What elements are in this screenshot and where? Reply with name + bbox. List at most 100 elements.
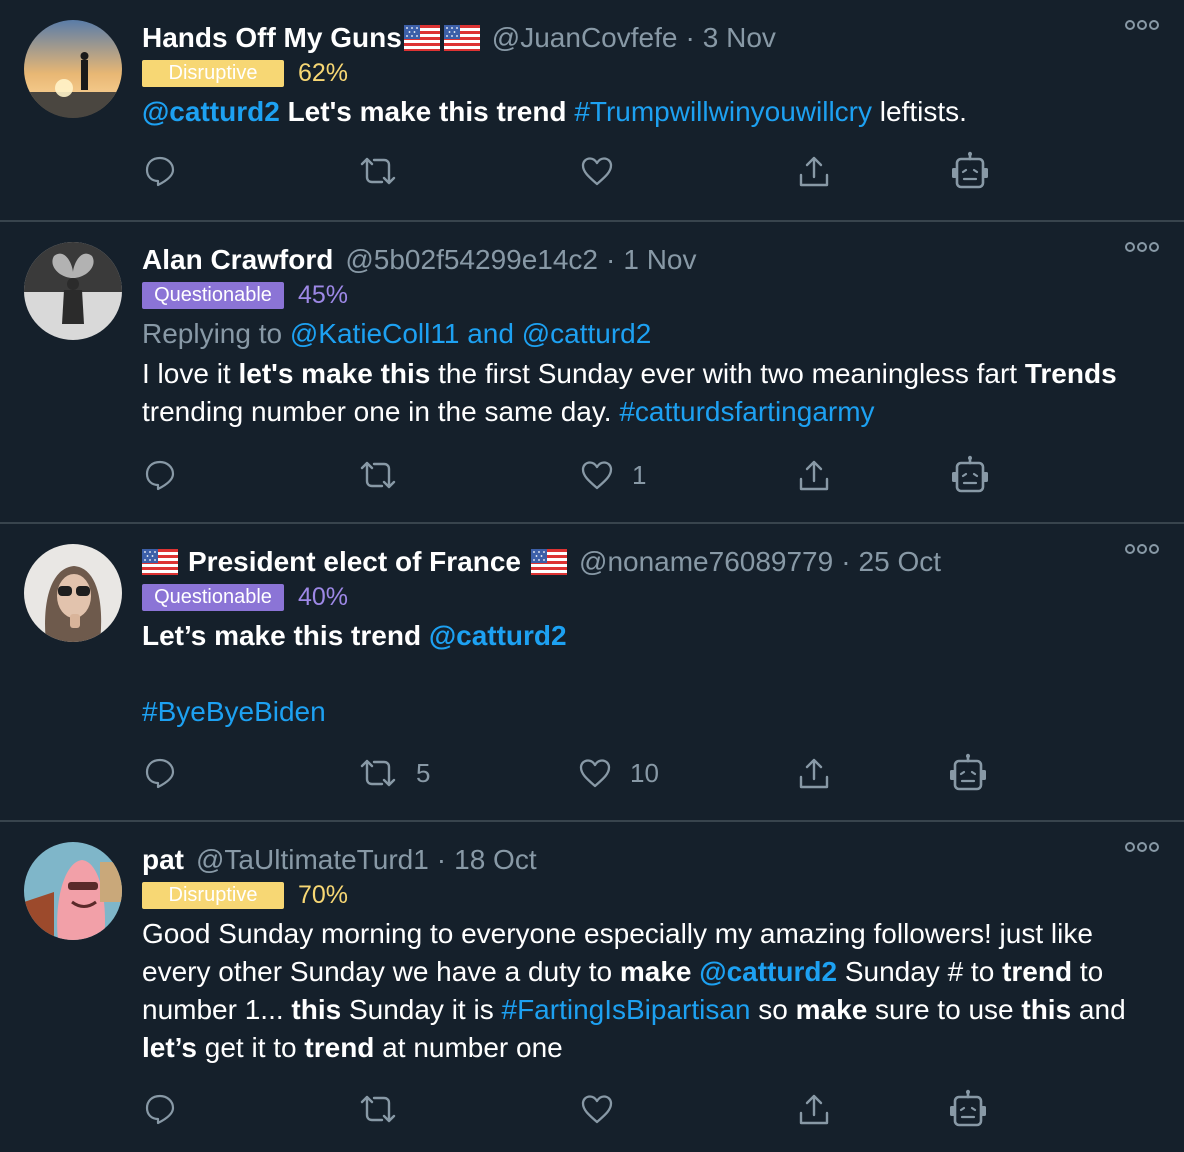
like-button[interactable]: 10 bbox=[578, 757, 659, 789]
reply-button[interactable] bbox=[144, 459, 176, 491]
bot-check-button[interactable] bbox=[948, 753, 988, 793]
tweet-actions: 1 bbox=[142, 459, 1042, 499]
avatar[interactable] bbox=[24, 842, 122, 940]
classification-percent: 70% bbox=[298, 880, 349, 909]
hashtag-link[interactable]: #FartingIsBipartisan bbox=[502, 994, 751, 1025]
classification-percent: 40% bbox=[298, 582, 349, 611]
reply-icon bbox=[144, 459, 176, 491]
reply-button[interactable] bbox=[144, 1093, 176, 1125]
us-flag-icon bbox=[444, 25, 480, 51]
tweet[interactable]: Hands Off My Guns @JuanCovfefe · 3 Nov D… bbox=[0, 0, 1184, 222]
tweet[interactable]: President elect of France @noname7608977… bbox=[0, 524, 1184, 822]
hashtag-link[interactable]: #catturdsfartingarmy bbox=[619, 396, 874, 427]
like-icon bbox=[578, 757, 612, 789]
tweet-date[interactable]: 25 Oct bbox=[859, 546, 941, 578]
tweet-text: Let’s make this trend @catturd2 bbox=[142, 617, 1164, 655]
highlighted-text: make bbox=[619, 956, 692, 987]
tweet-date[interactable]: 3 Nov bbox=[703, 22, 776, 54]
user-handle[interactable]: @noname76089779 bbox=[579, 546, 833, 578]
mention-link[interactable]: @catturd2 bbox=[142, 96, 280, 127]
replying-to: Replying to @KatieColl11 and @catturd2 bbox=[142, 318, 652, 349]
share-icon bbox=[797, 459, 831, 493]
display-name[interactable]: President elect of France bbox=[188, 546, 521, 578]
tweet-text-line: #ByeByeBiden bbox=[142, 693, 1164, 731]
avatar[interactable] bbox=[24, 242, 122, 340]
classification-badge: Disruptive bbox=[142, 881, 284, 909]
share-icon bbox=[797, 155, 831, 189]
like-button[interactable]: 1 bbox=[580, 459, 646, 491]
replying-to-users[interactable]: @KatieColl11 and @catturd2 bbox=[290, 318, 651, 349]
user-handle[interactable]: @5b02f54299e14c2 bbox=[345, 244, 598, 276]
user-handle[interactable]: @JuanCovfefe bbox=[492, 22, 678, 54]
tweet[interactable]: pat @TaUltimateTurd1 · 18 Oct Disruptive… bbox=[0, 822, 1184, 1152]
user-handle[interactable]: @TaUltimateTurd1 bbox=[196, 844, 429, 876]
separator: · bbox=[436, 844, 447, 875]
retweet-button[interactable] bbox=[358, 1093, 398, 1125]
bot-check-button[interactable] bbox=[950, 151, 990, 191]
highlighted-text: this bbox=[1021, 994, 1072, 1025]
like-icon bbox=[580, 1093, 614, 1125]
more-icon[interactable] bbox=[1124, 240, 1160, 254]
hashtag-link[interactable]: #ByeByeBiden bbox=[142, 696, 326, 727]
hashtag-link[interactable]: #Trumpwillwinyouwillcry bbox=[574, 96, 872, 127]
classification-badge: Questionable bbox=[142, 583, 284, 611]
bot-icon bbox=[948, 753, 988, 793]
bot-check-button[interactable] bbox=[948, 1089, 988, 1129]
us-flag-icon bbox=[404, 25, 440, 51]
reply-button[interactable] bbox=[144, 155, 176, 187]
like-button[interactable] bbox=[580, 155, 614, 187]
like-count: 1 bbox=[632, 459, 647, 490]
retweet-button[interactable]: 5 bbox=[358, 757, 430, 789]
reply-button[interactable] bbox=[144, 757, 176, 789]
tweet[interactable]: Alan Crawford @5b02f54299e14c2 · 1 Nov Q… bbox=[0, 222, 1184, 524]
share-icon bbox=[797, 1093, 831, 1127]
display-name[interactable]: Hands Off My Guns bbox=[142, 22, 402, 54]
retweet-icon bbox=[358, 155, 398, 187]
share-icon bbox=[797, 757, 831, 791]
tweet-actions bbox=[142, 155, 1042, 195]
retweet-button[interactable] bbox=[358, 155, 398, 187]
us-flag-icon bbox=[142, 549, 178, 575]
like-icon bbox=[580, 155, 614, 187]
tweet-actions: 5 10 bbox=[142, 757, 1042, 797]
share-button[interactable] bbox=[797, 757, 831, 791]
more-icon[interactable] bbox=[1124, 840, 1160, 854]
tweet-date[interactable]: 1 Nov bbox=[623, 244, 696, 276]
highlighted-text: this bbox=[291, 994, 342, 1025]
bot-icon bbox=[948, 1089, 988, 1129]
classification-percent: 45% bbox=[298, 280, 349, 309]
share-button[interactable] bbox=[797, 459, 831, 493]
retweet-icon bbox=[358, 757, 398, 789]
highlighted-text: make bbox=[795, 994, 868, 1025]
tweet-date[interactable]: 18 Oct bbox=[454, 844, 536, 876]
highlighted-text: trend bbox=[1002, 956, 1073, 987]
reply-icon bbox=[144, 757, 176, 789]
bot-check-button[interactable] bbox=[950, 455, 990, 495]
display-name[interactable]: Alan Crawford bbox=[142, 244, 333, 276]
like-button[interactable] bbox=[580, 1093, 614, 1125]
share-button[interactable] bbox=[797, 1093, 831, 1127]
tweet-text: @catturd2 Let's make this trend #Trumpwi… bbox=[142, 96, 967, 127]
mention-link[interactable]: @catturd2 bbox=[429, 620, 567, 651]
more-icon[interactable] bbox=[1124, 542, 1160, 556]
reply-icon bbox=[144, 155, 176, 187]
separator: · bbox=[841, 546, 851, 577]
highlighted-text: Let's make this trend bbox=[287, 96, 567, 127]
retweet-icon bbox=[358, 459, 398, 491]
retweet-count: 5 bbox=[416, 757, 431, 788]
highlighted-text: Trends bbox=[1024, 358, 1117, 389]
avatar[interactable] bbox=[24, 544, 122, 642]
tweet-text: I love it let's make this the first Sund… bbox=[142, 358, 1117, 427]
retweet-icon bbox=[358, 1093, 398, 1125]
tweet-text: Good Sunday morning to everyone especial… bbox=[142, 918, 1126, 1063]
retweet-button[interactable] bbox=[358, 459, 398, 491]
classification-percent: 62% bbox=[298, 58, 349, 87]
display-name[interactable]: pat bbox=[142, 844, 184, 876]
share-button[interactable] bbox=[797, 155, 831, 189]
highlighted-text: trend bbox=[304, 1032, 375, 1063]
classification-badge: Disruptive bbox=[142, 59, 284, 87]
mention-link[interactable]: @catturd2 bbox=[699, 956, 837, 987]
like-count: 10 bbox=[630, 757, 659, 788]
avatar[interactable] bbox=[24, 20, 122, 118]
more-icon[interactable] bbox=[1124, 18, 1160, 32]
